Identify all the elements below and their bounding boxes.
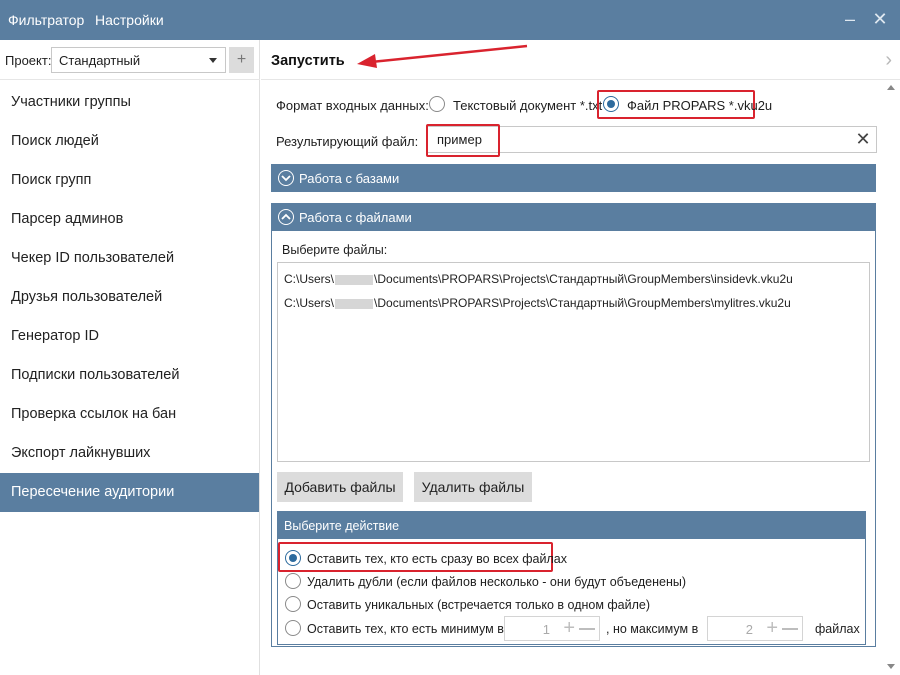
close-button[interactable]: ✕: [868, 8, 892, 32]
vertical-scrollbar[interactable]: [883, 82, 900, 675]
sidebar-item-group-search[interactable]: Поиск групп: [0, 161, 259, 200]
sidebar-item-group-members[interactable]: Участники группы: [0, 83, 259, 122]
section-files-label: Работа с файлами: [299, 210, 412, 225]
max-label: , но максимум в: [606, 622, 699, 636]
main-header: Запустить ›: [261, 40, 900, 80]
project-label: Проект:: [5, 53, 52, 68]
redacted-username: [335, 298, 374, 309]
sidebar-nav: Участники группы Поиск людей Поиск групп…: [0, 83, 259, 512]
add-project-button[interactable]: +: [229, 47, 254, 73]
action-unique-label[interactable]: Оставить уникальных (встречается только …: [307, 598, 650, 612]
action-remove-duplicates-label[interactable]: Удалить дубли (если файлов несколько - о…: [307, 575, 686, 589]
format-txt-label[interactable]: Текстовый документ *.txt: [453, 98, 602, 113]
plus-icon[interactable]: +: [563, 618, 575, 638]
action-all-files-label[interactable]: Оставить тех, кто есть сразу во всех фай…: [307, 552, 567, 566]
result-file-label: Результирующий файл:: [276, 134, 419, 149]
min-files-stepper[interactable]: 1 +: [504, 616, 600, 641]
max-files-stepper[interactable]: 2 +: [707, 616, 803, 641]
chevron-up-icon: [278, 209, 294, 225]
dropdown-arrow-icon: [209, 58, 217, 63]
radio-action-min-max[interactable]: [285, 620, 301, 636]
highlight-box-result: [426, 124, 500, 157]
project-select[interactable]: Стандартный: [51, 47, 226, 73]
add-files-button[interactable]: Добавить файлы: [277, 472, 403, 502]
action-header: Выберите действие: [278, 512, 865, 539]
minimize-button[interactable]: –: [838, 8, 862, 32]
file-path-suffix: \Documents\PROPARS\Projects\Стандартный\…: [374, 296, 791, 310]
sidebar-item-id-generator[interactable]: Генератор ID: [0, 317, 259, 356]
sidebar-item-audience-intersection[interactable]: Пересечение аудитории: [0, 473, 259, 512]
section-bases-header[interactable]: Работа с базами: [271, 164, 876, 192]
menu-filtrator[interactable]: Фильтратор: [8, 12, 84, 28]
title-bar: Фильтратор Настройки – ✕: [0, 0, 900, 40]
chevron-right-icon[interactable]: ›: [885, 49, 892, 72]
radio-format-txt[interactable]: [429, 96, 445, 112]
file-row[interactable]: C:\Users\ \Documents\PROPARS\Projects\Ста…: [284, 296, 791, 310]
max-files-value: 2: [745, 622, 753, 637]
radio-action-remove-duplicates[interactable]: [285, 573, 301, 589]
project-row: Проект: Стандартный +: [0, 40, 260, 80]
redacted-username: [335, 274, 374, 285]
files-suffix-label: файлах: [815, 622, 860, 636]
action-min-max-label[interactable]: Оставить тех, кто есть минимум в: [307, 622, 504, 636]
sidebar: Проект: Стандартный + Участники группы П…: [0, 40, 260, 675]
section-bases-label: Работа с базами: [299, 171, 400, 186]
project-select-value: Стандартный: [59, 53, 141, 68]
minus-icon[interactable]: [579, 628, 595, 630]
sidebar-item-ban-check[interactable]: Проверка ссылок на бан: [0, 395, 259, 434]
file-path-prefix: C:\Users\: [284, 272, 335, 286]
scroll-down-icon[interactable]: [887, 664, 895, 669]
action-header-label: Выберите действие: [284, 519, 400, 533]
format-vku-label[interactable]: Файл PROPARS *.vku2u: [627, 98, 772, 113]
min-files-value: 1: [542, 622, 550, 637]
radio-action-unique[interactable]: [285, 596, 301, 612]
choose-files-label: Выберите файлы:: [282, 243, 388, 257]
file-row[interactable]: C:\Users\ \Documents\PROPARS\Projects\Ста…: [284, 272, 793, 286]
input-format-label: Формат входных данных:: [276, 98, 429, 113]
radio-action-all-files[interactable]: [285, 550, 301, 566]
files-list[interactable]: C:\Users\ \Documents\PROPARS\Projects\Ста…: [277, 262, 870, 462]
minus-icon[interactable]: [782, 628, 798, 630]
plus-icon[interactable]: +: [766, 618, 778, 638]
sidebar-item-admin-parser[interactable]: Парсер админов: [0, 200, 259, 239]
sidebar-item-people-search[interactable]: Поиск людей: [0, 122, 259, 161]
file-path-suffix: \Documents\PROPARS\Projects\Стандартный\…: [374, 272, 793, 286]
scroll-up-icon[interactable]: [887, 85, 895, 90]
run-button[interactable]: Запустить: [271, 53, 345, 69]
sidebar-item-id-checker[interactable]: Чекер ID пользователей: [0, 239, 259, 278]
menu-settings[interactable]: Настройки: [95, 12, 164, 28]
sidebar-item-likers-export[interactable]: Экспорт лайкнувших: [0, 434, 259, 473]
sidebar-item-user-subscriptions[interactable]: Подписки пользователей: [0, 356, 259, 395]
file-path-prefix: C:\Users\: [284, 296, 335, 310]
radio-format-vku[interactable]: [603, 96, 619, 112]
sidebar-item-user-friends[interactable]: Друзья пользователей: [0, 278, 259, 317]
chevron-down-icon: [278, 170, 294, 186]
red-arrow-annotation: [357, 44, 528, 68]
clear-icon[interactable]: ✕: [854, 130, 872, 148]
remove-files-button[interactable]: Удалить файлы: [414, 472, 532, 502]
main-panel: Запустить › Формат входных данных: Текст…: [261, 40, 900, 675]
section-files-header[interactable]: Работа с файлами: [271, 203, 876, 231]
